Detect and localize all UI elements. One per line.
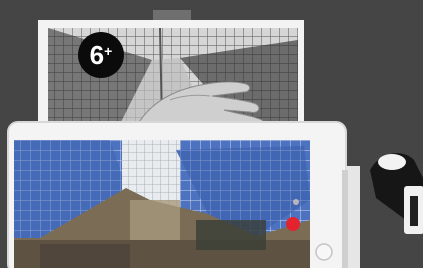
age-rating-number: 6 <box>89 40 105 70</box>
record-button[interactable] <box>286 217 300 231</box>
age-rating-plus: + <box>104 43 113 59</box>
home-button[interactable] <box>315 243 333 261</box>
scene-illustration <box>0 0 423 268</box>
age-rating-badge: 6 + <box>78 32 124 78</box>
camera-view <box>14 140 310 268</box>
photo-scene: 6 + <box>0 0 423 268</box>
